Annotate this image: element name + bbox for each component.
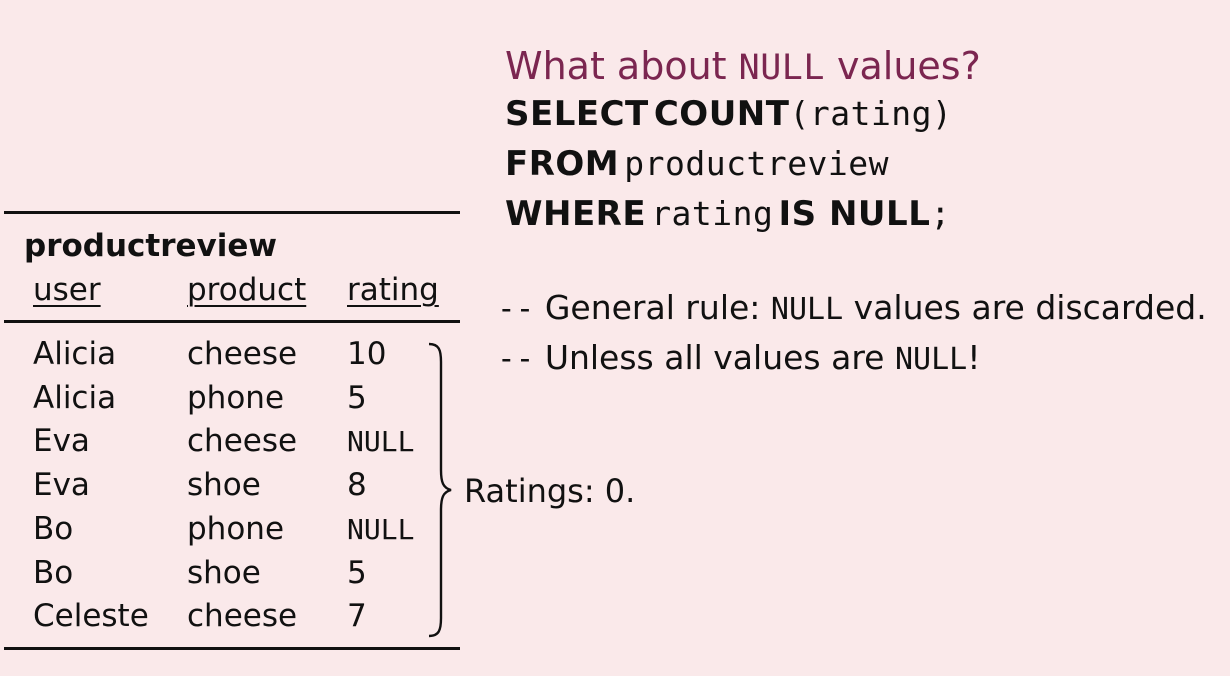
keyword-where: WHERE bbox=[505, 194, 647, 234]
cell-user: Alicia bbox=[33, 336, 117, 372]
comment-text-suffix: values are discarded. bbox=[843, 288, 1207, 327]
cell-product: cheese bbox=[187, 336, 298, 372]
query-line-from: FROM productreview bbox=[505, 144, 889, 184]
column-header-user: user bbox=[33, 272, 101, 308]
table-reference: productreview bbox=[624, 144, 890, 183]
keyword-is-null: IS NULL bbox=[778, 194, 931, 234]
cell-product: shoe bbox=[187, 554, 261, 591]
title-prefix: What about bbox=[505, 44, 739, 88]
cell-user: Alicia bbox=[33, 379, 117, 416]
comment-text-suffix: ! bbox=[967, 338, 981, 377]
title-suffix: values? bbox=[824, 44, 981, 88]
comment-unless-all-null: -- Unless all values are NULL! bbox=[497, 338, 980, 377]
comment-text-prefix: Unless all values are bbox=[534, 338, 895, 377]
comment-general-rule: -- General rule: NULL values are discard… bbox=[497, 288, 1207, 327]
statement-terminator: ; bbox=[930, 194, 951, 233]
keyword-from: FROM bbox=[505, 144, 620, 184]
cell-rating: 10 bbox=[347, 336, 387, 372]
table-name: productreview bbox=[24, 228, 278, 264]
cell-user: Bo bbox=[33, 554, 74, 591]
table-bottom-rule bbox=[4, 647, 460, 650]
result-summary: Ratings: 0. bbox=[464, 472, 635, 510]
cell-product: cheese bbox=[187, 423, 298, 460]
keyword-select: SELECT bbox=[505, 94, 649, 134]
query-line-select: SELECT COUNT(rating) bbox=[505, 94, 952, 134]
result-value: 0. bbox=[604, 472, 636, 510]
comment-null-word: NULL bbox=[894, 342, 968, 377]
cell-rating: NULL bbox=[347, 512, 415, 546]
cell-rating: 5 bbox=[347, 554, 367, 591]
table-top-rule bbox=[4, 211, 460, 214]
cell-rating: NULL bbox=[347, 425, 415, 459]
cell-user: Celeste bbox=[33, 598, 149, 635]
result-label: Ratings: bbox=[464, 472, 605, 510]
cell-product: phone bbox=[187, 510, 285, 547]
cell-user: Eva bbox=[33, 467, 90, 504]
column-header-rating: rating bbox=[347, 272, 439, 308]
right-brace-icon bbox=[428, 342, 452, 638]
query-line-where: WHERE rating IS NULL; bbox=[505, 194, 951, 234]
cell-rating: 5 bbox=[347, 379, 367, 416]
cell-rating: 8 bbox=[347, 467, 367, 504]
column-header-product: product bbox=[187, 272, 307, 308]
cell-product: shoe bbox=[187, 467, 261, 504]
cell-user: Bo bbox=[33, 510, 74, 547]
table-header-rule bbox=[4, 320, 460, 323]
cell-user: Eva bbox=[33, 423, 90, 460]
slide-title: What about NULL values? bbox=[505, 44, 981, 88]
comment-text-prefix: General rule: bbox=[534, 288, 771, 327]
comment-null-word: NULL bbox=[770, 292, 844, 327]
title-null-word: NULL bbox=[738, 48, 825, 88]
count-argument: (rating) bbox=[789, 94, 953, 133]
where-column: rating bbox=[651, 194, 774, 233]
comment-marker: -- bbox=[497, 291, 535, 327]
comment-marker: -- bbox=[497, 341, 535, 377]
cell-product: cheese bbox=[187, 598, 298, 635]
cell-product: phone bbox=[187, 379, 285, 416]
keyword-count: COUNT bbox=[653, 94, 790, 134]
cell-rating: 7 bbox=[347, 598, 367, 635]
